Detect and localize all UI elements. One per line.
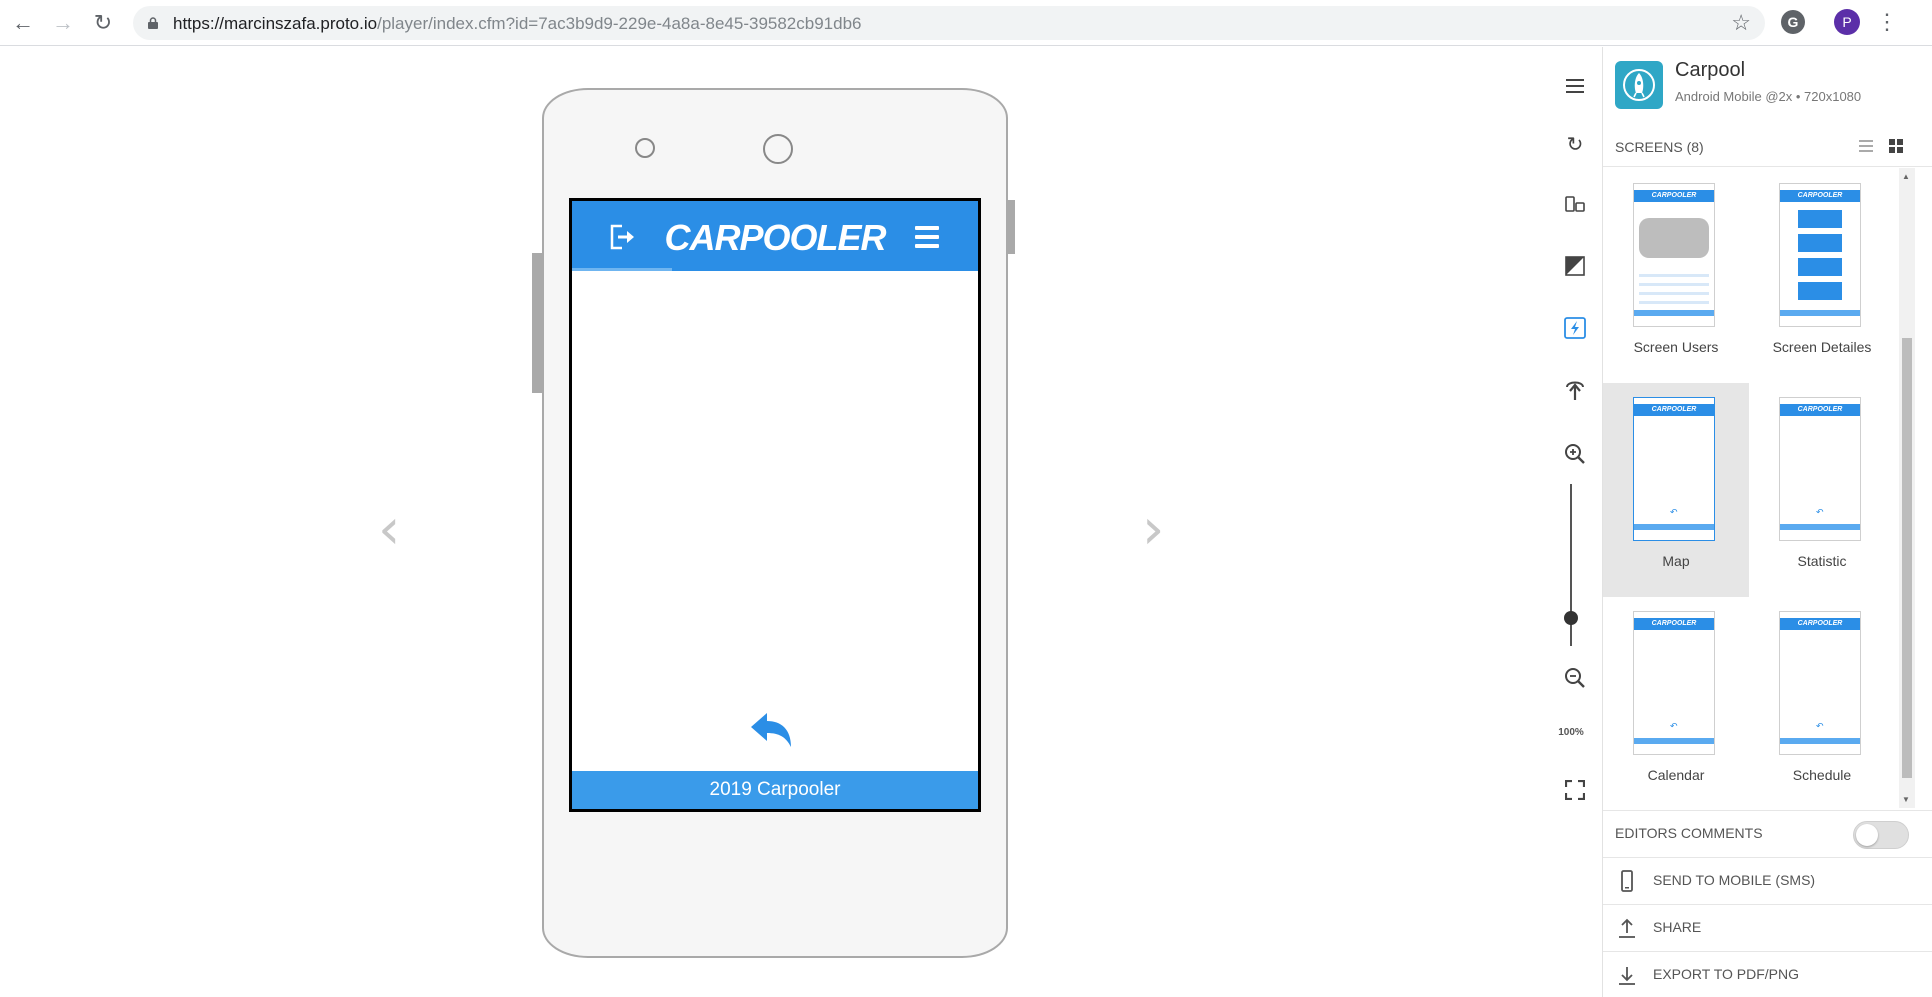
browser-toolbar: ← → ↻ https://marcinszafa.proto.io/playe… <box>0 0 1932 46</box>
phone-side-button-left <box>532 253 542 393</box>
share-label: SHARE <box>1653 919 1702 935</box>
zoom-level: 100% <box>1558 727 1584 738</box>
mobile-phone-icon <box>1621 870 1633 892</box>
refresh-icon[interactable]: ↻ <box>1562 131 1588 157</box>
editors-comments-label: EDITORS COMMENTS <box>1615 825 1763 841</box>
screen-label: Schedule <box>1792 767 1852 783</box>
phone-camera <box>763 134 793 164</box>
extension-icon[interactable]: G <box>1781 10 1805 34</box>
project-meta: Android Mobile @2x • 720x1080 <box>1675 89 1862 104</box>
send-to-mobile-row[interactable]: SEND TO MOBILE (SMS) <box>1603 857 1932 903</box>
car-image-icon <box>1639 218 1709 258</box>
scroll-up-arrow-icon[interactable]: ▲ <box>1902 172 1910 181</box>
list-view-icon[interactable] <box>1859 139 1873 153</box>
next-screen-arrow-icon[interactable]: › <box>1142 497 1164 562</box>
app-screen: CARPOOLER 2019 Carpooler <box>569 198 981 812</box>
export-row[interactable]: EXPORT TO PDF/PNG <box>1603 951 1932 997</box>
hotspots-icon[interactable] <box>1562 315 1588 341</box>
editors-comments-toggle[interactable] <box>1853 821 1909 849</box>
screens-title: SCREENS (8) <box>1615 139 1704 155</box>
thumbnail-footer <box>1780 738 1860 744</box>
screen-thumbnail: CARPOOLER <box>1779 183 1861 327</box>
screen-thumbnail-card[interactable]: CARPOOLER Screen Users <box>1603 169 1749 383</box>
screen-thumbnail-card-selected[interactable]: CARPOOLER ↶ Map <box>1603 383 1749 597</box>
thumbnail-footer <box>1780 524 1860 530</box>
thumbnail-footer <box>1634 310 1714 316</box>
thumbnail-back-icon: ↶ <box>1670 507 1678 517</box>
phone-side-button-right <box>1007 200 1015 254</box>
thumbnail-menu-tiles <box>1798 210 1842 306</box>
screens-grid: CARPOOLER Screen Users CARPOOLER Screen … <box>1603 169 1913 809</box>
thumbnail-brand: CARPOOLER <box>1634 404 1714 416</box>
export-label: EXPORT TO PDF/PNG <box>1653 966 1800 982</box>
thumbnail-brand: CARPOOLER <box>1634 190 1714 202</box>
address-bar[interactable]: https://marcinszafa.proto.io/player/inde… <box>133 6 1765 40</box>
screen-thumbnail-card[interactable]: CARPOOLER ↶ Statistic <box>1749 383 1895 597</box>
screen-thumbnail-card[interactable]: CARPOOLER Screen Detailes <box>1749 169 1895 383</box>
project-name: Carpool <box>1675 59 1746 81</box>
screen-label: Screen Detailes <box>1772 339 1872 355</box>
screen-label: Screen Users <box>1633 339 1719 355</box>
player-toolbar: ↻ <box>1552 47 1602 997</box>
screen-thumbnail: CARPOOLER ↶ <box>1779 397 1861 541</box>
thumbnail-brand: CARPOOLER <box>1780 618 1860 630</box>
screen-label: Map <box>1662 553 1690 569</box>
menu-icon[interactable] <box>1562 73 1588 99</box>
screens-header: SCREENS (8) <box>1603 127 1932 167</box>
fullscreen-icon[interactable] <box>1562 777 1588 803</box>
forward-arrow-icon[interactable]: → <box>49 9 77 37</box>
thumbnail-back-icon: ↶ <box>1816 721 1824 731</box>
header-underline <box>572 268 672 271</box>
thumbnail-back-icon: ↶ <box>1670 721 1678 731</box>
share-row[interactable]: SHARE <box>1603 904 1932 950</box>
screen-thumbnail-card[interactable]: CARPOOLER ↶ Schedule <box>1749 597 1895 811</box>
url-host: https://marcinszafa.proto.io <box>173 14 378 33</box>
thumbnail-footer <box>1634 738 1714 744</box>
editors-comments-row: EDITORS COMMENTS <box>1603 810 1932 856</box>
thumbnail-footer <box>1634 524 1714 530</box>
download-icon <box>1619 967 1635 985</box>
scroll-down-arrow-icon[interactable]: ▼ <box>1902 795 1910 804</box>
share-upload-icon <box>1619 918 1635 938</box>
reload-icon[interactable]: ↻ <box>89 9 117 37</box>
url-text: https://marcinszafa.proto.io/player/inde… <box>173 14 862 34</box>
thumbnail-footer <box>1780 310 1860 316</box>
back-arrow-icon[interactable]: ← <box>9 9 37 37</box>
app-header: CARPOOLER <box>572 201 978 271</box>
grid-view-icon[interactable] <box>1889 139 1903 153</box>
screens-panel: Carpool Android Mobile @2x • 720x1080 SC… <box>1602 47 1932 997</box>
previous-screen-arrow-icon[interactable]: ‹ <box>378 497 400 562</box>
screen-thumbnail: CARPOOLER ↶ <box>1633 397 1715 541</box>
send-to-mobile-label: SEND TO MOBILE (SMS) <box>1653 872 1816 888</box>
rotate-device-icon[interactable] <box>1562 191 1588 217</box>
zoom-slider-knob[interactable] <box>1564 611 1578 625</box>
thumbnail-brand: CARPOOLER <box>1634 618 1714 630</box>
screen-thumbnail: CARPOOLER <box>1633 183 1715 327</box>
bookmark-star-icon[interactable]: ☆ <box>1731 10 1751 36</box>
contrast-icon[interactable] <box>1562 253 1588 279</box>
phone-speaker <box>635 138 655 158</box>
screen-thumbnail: CARPOOLER ↶ <box>1779 611 1861 755</box>
screen-thumbnail: CARPOOLER ↶ <box>1633 611 1715 755</box>
browser-menu-icon[interactable]: ⋮ <box>1876 8 1898 36</box>
rocket-icon <box>1615 61 1663 109</box>
profile-avatar[interactable]: P <box>1834 9 1860 35</box>
screen-label: Statistic <box>1797 553 1847 569</box>
upload-icon[interactable] <box>1562 377 1588 403</box>
screens-scrollbar[interactable]: ▲ ▼ <box>1899 168 1915 808</box>
app-menu-icon[interactable] <box>915 226 939 248</box>
screen-label: Calendar <box>1647 767 1705 783</box>
thumbnail-brand: CARPOOLER <box>1780 190 1860 202</box>
zoom-in-icon[interactable] <box>1562 441 1588 467</box>
lock-icon <box>148 17 158 29</box>
reply-back-icon[interactable] <box>749 711 795 753</box>
screen-thumbnail-card[interactable]: CARPOOLER ↶ Calendar <box>1603 597 1749 811</box>
zoom-out-icon[interactable] <box>1562 665 1588 691</box>
thumbnail-list <box>1639 268 1709 304</box>
scroll-thumb[interactable] <box>1902 338 1912 778</box>
url-path: /player/index.cfm?id=7ac3b9d9-229e-4a8a-… <box>377 14 862 33</box>
thumbnail-back-icon: ↶ <box>1816 507 1824 517</box>
thumbnail-brand: CARPOOLER <box>1780 404 1860 416</box>
app-footer: 2019 Carpooler <box>572 771 978 809</box>
